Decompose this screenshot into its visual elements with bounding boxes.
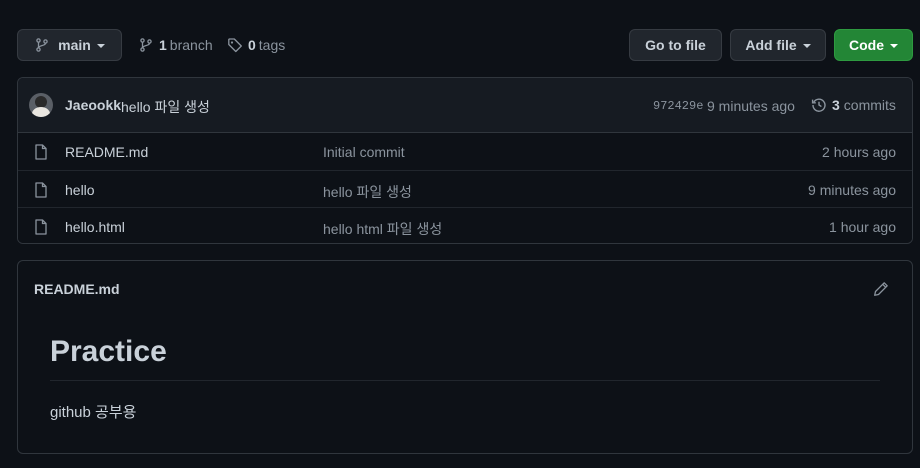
go-to-file-button[interactable]: Go to file [629,29,722,61]
file-commit-time: 1 hour ago [829,219,896,235]
repo-toolbar: main 1 branch 0 tags Go to file Add file… [17,29,913,61]
file-name[interactable]: hello.html [65,219,125,235]
add-file-button[interactable]: Add file [730,29,826,61]
file-name[interactable]: README.md [65,144,148,160]
readme-filename[interactable]: README.md [34,281,120,297]
tag-count: 0 [248,37,256,53]
file-commit-time: 9 minutes ago [808,182,896,198]
chevron-down-icon [96,44,105,48]
latest-commit-bar: Jaeookk hello 파일 생성 972429e 9 minutes ag… [18,78,912,133]
git-branch-icon [34,37,50,53]
tag-icon [227,37,243,53]
history-icon [811,97,827,113]
readme-heading: Practice [50,335,167,368]
tags-link[interactable]: 0 tags [227,29,285,61]
file-icon [34,182,48,198]
add-file-label: Add file [745,37,797,53]
file-icon [34,219,48,235]
code-label: Code [849,37,884,53]
branch-name: main [58,37,91,53]
commit-message[interactable]: hello 파일 생성 [121,97,210,117]
branch-count: 1 [159,37,167,53]
commit-label: commits [843,97,896,113]
file-row[interactable]: hello hello 파일 생성 9 minutes ago [18,170,912,207]
file-commit-message[interactable]: hello html 파일 생성 [323,219,442,239]
pencil-icon[interactable] [873,281,889,297]
readme-panel: README.md Practice github 공부용 [17,260,913,454]
file-commit-time: 2 hours ago [822,144,896,160]
file-row[interactable]: README.md Initial commit 2 hours ago [18,133,912,170]
file-commit-message[interactable]: hello 파일 생성 [323,182,412,202]
tag-label: tags [258,37,286,53]
chevron-down-icon [890,44,898,48]
commit-time: 9 minutes ago [707,98,795,114]
go-to-file-label: Go to file [645,37,706,53]
file-browser: Jaeookk hello 파일 생성 972429e 9 minutes ag… [17,77,913,244]
branch-label: branch [169,37,213,53]
file-commit-message[interactable]: Initial commit [323,144,405,160]
branch-select-button[interactable]: main [17,29,122,61]
commit-count: 3 [832,97,840,113]
avatar[interactable] [29,93,53,117]
commit-author[interactable]: Jaeookk [65,97,121,113]
file-row[interactable]: hello.html hello html 파일 생성 1 hour ago [18,207,912,243]
commits-link[interactable]: 3 commits [811,97,896,113]
heading-divider [50,380,880,381]
commit-sha[interactable]: 972429e [653,99,703,113]
file-name[interactable]: hello [65,182,95,198]
code-button[interactable]: Code [834,29,913,61]
git-branch-icon [138,37,154,53]
file-icon [34,144,48,160]
branches-link[interactable]: 1 branch [138,29,213,61]
readme-paragraph: github 공부용 [50,404,137,421]
chevron-down-icon [802,44,811,48]
